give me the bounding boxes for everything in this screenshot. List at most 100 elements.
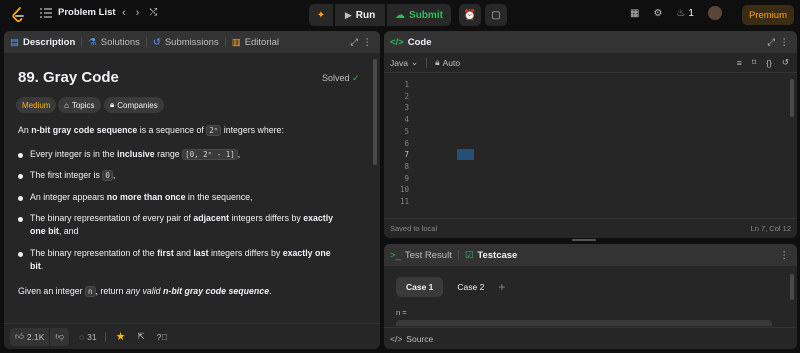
editor-scrollbar[interactable]	[790, 79, 794, 117]
italic-text: any valid	[125, 286, 161, 296]
flask-icon: ⚗	[88, 36, 97, 48]
comments-button[interactable]: ◌ 31	[79, 332, 97, 342]
panel-resize-handle[interactable]	[572, 239, 596, 241]
code-brackets-icon: </>	[390, 36, 404, 48]
footer-divider	[104, 331, 106, 342]
notes-button[interactable]: ▢	[485, 4, 507, 26]
tab-submissions[interactable]: ↺ Submissions	[147, 37, 225, 48]
test-scrollbar[interactable]	[790, 274, 794, 300]
help-icon[interactable]: ?⃝	[157, 332, 168, 342]
chevron-right-icon[interactable]: ›	[136, 7, 140, 19]
bookmark-icon[interactable]: ⌑	[752, 57, 756, 68]
case-2-tab[interactable]: Case 2	[449, 277, 492, 297]
description-panel: ▤ Description ⚗ Solutions ↺ Submissions …	[4, 31, 380, 349]
scrollbar[interactable]	[373, 59, 377, 165]
gear-icon[interactable]: ⚙	[653, 8, 662, 19]
streak-counter[interactable]: ♨ 1	[676, 8, 694, 19]
inline-code: [0, 2ⁿ - 1]	[182, 149, 238, 160]
description-tabs: ▤ Description ⚗ Solutions ↺ Submissions …	[4, 31, 380, 53]
code-brackets-icon: </>	[390, 333, 403, 344]
intro-paragraph: An n-bit gray code sequence is a sequenc…	[18, 124, 284, 137]
submit-button[interactable]: ☁ Submit	[387, 4, 451, 26]
bullet-dot	[18, 217, 23, 222]
bold-text: n-bit gray code sequence	[31, 125, 138, 135]
checkbox-icon: ☑	[464, 249, 474, 261]
companies-button[interactable]: 🔒︎ Companies	[104, 97, 164, 113]
language-select[interactable]: Java ⌄	[390, 57, 418, 68]
problem-list-button[interactable]: Problem List	[40, 7, 116, 18]
topics-label: Topics	[71, 100, 95, 110]
text: integers where:	[221, 125, 284, 135]
dislike-button[interactable]: 👎︎	[50, 327, 70, 346]
text: , and	[58, 226, 79, 236]
debug-button[interactable]: ✦	[309, 4, 333, 26]
bold-text: no more than once	[106, 192, 186, 202]
line-number: 2	[404, 91, 409, 101]
text: The binary representation of every pair …	[30, 213, 194, 223]
test-tabs: >_ Test Result ☑ Testcase ⋮	[384, 244, 797, 266]
text: An integer appears	[30, 192, 107, 202]
text: range	[154, 149, 183, 159]
bullet-item: An integer appears no more than once in …	[30, 191, 253, 204]
code-editor[interactable]: 1 2 3 4 5 6 7 8 9 10 11	[384, 75, 797, 215]
more-icon[interactable]: ⋮	[780, 250, 790, 261]
terminal-icon: >_	[390, 249, 401, 261]
comment-count: 31	[87, 331, 97, 342]
bullet-item: The binary representation of the first a…	[30, 247, 350, 273]
leetcode-logo-icon[interactable]	[11, 7, 25, 23]
timer-button[interactable]: ⏰	[459, 4, 481, 26]
companies-label: Companies	[117, 100, 158, 110]
braces-icon[interactable]: {}	[766, 58, 772, 68]
tab-code[interactable]: </> Code	[384, 37, 438, 48]
avatar[interactable]	[707, 6, 722, 20]
text: Given an integer	[18, 286, 85, 296]
tab-description[interactable]: ▤ Description	[4, 37, 81, 48]
source-bar: </> Source	[384, 327, 797, 349]
chevron-left-icon[interactable]: ‹	[122, 7, 126, 19]
reset-icon[interactable]: ↺	[782, 57, 789, 68]
auto-label: Auto	[442, 57, 461, 68]
expand-icon[interactable]: ⤢	[767, 37, 775, 48]
bullet-dot	[18, 196, 23, 201]
comment-icon: ◌	[79, 331, 85, 342]
run-button[interactable]: ▶ Run	[335, 4, 385, 26]
bold-text: adjacent	[193, 213, 230, 223]
tab-test-result[interactable]: >_ Test Result	[384, 250, 458, 261]
star-icon[interactable]: ★	[116, 330, 126, 343]
text: integers differs by	[229, 213, 304, 223]
layout-grid-icon[interactable]: ▦	[630, 8, 639, 19]
solved-label: Solved	[322, 73, 350, 83]
tab-solutions[interactable]: ⚗ Solutions	[82, 37, 146, 48]
tab-editorial[interactable]: ▥ Editorial	[226, 37, 285, 48]
add-case-button[interactable]: +	[498, 280, 505, 294]
problem-nav: ‹ › ⤭	[122, 7, 157, 19]
share-icon[interactable]: ⇱	[137, 331, 144, 342]
streak-count: 1	[688, 7, 694, 19]
source-button[interactable]: Source	[406, 334, 433, 344]
premium-button[interactable]: Premium	[742, 5, 794, 25]
auto-mode-toggle[interactable]: 🔒︎ Auto	[435, 57, 460, 68]
test-panel: >_ Test Result ☑ Testcase ⋮ Case 1 Case …	[384, 244, 797, 349]
format-icon[interactable]: ≡	[737, 58, 742, 68]
more-icon[interactable]: ⋮	[363, 37, 373, 48]
like-button[interactable]: 👍︎ 2.1K	[10, 327, 50, 346]
variable-input[interactable]	[396, 320, 772, 326]
cursor-position: Ln 7, Col 12	[750, 224, 791, 233]
thumbs-up-icon: 👍︎	[15, 331, 24, 341]
more-icon[interactable]: ⋮	[780, 37, 790, 48]
case-1-tab[interactable]: Case 1	[396, 277, 444, 297]
topbar-right: ▦ ⚙ ♨ 1	[630, 6, 722, 20]
bold-text: exactly	[303, 213, 334, 223]
lock-icon: 🔒︎	[435, 57, 440, 67]
shuffle-icon[interactable]: ⤭	[149, 7, 157, 19]
submit-label: Submit	[409, 9, 443, 21]
expand-icon[interactable]: ⤢	[350, 37, 358, 48]
bold-text: bit	[30, 261, 41, 271]
note-icon: ▢	[491, 9, 501, 21]
language-label: Java	[390, 57, 408, 68]
bug-icon: ✦	[316, 9, 326, 21]
text: is a sequence of	[137, 125, 207, 135]
tab-testcase[interactable]: ☑ Testcase	[459, 250, 524, 261]
editor-toolbar: Java ⌄ 🔒︎ Auto ≡ ⌑ {} ↺	[384, 53, 797, 73]
topics-button[interactable]: ⌂ Topics	[58, 97, 101, 113]
